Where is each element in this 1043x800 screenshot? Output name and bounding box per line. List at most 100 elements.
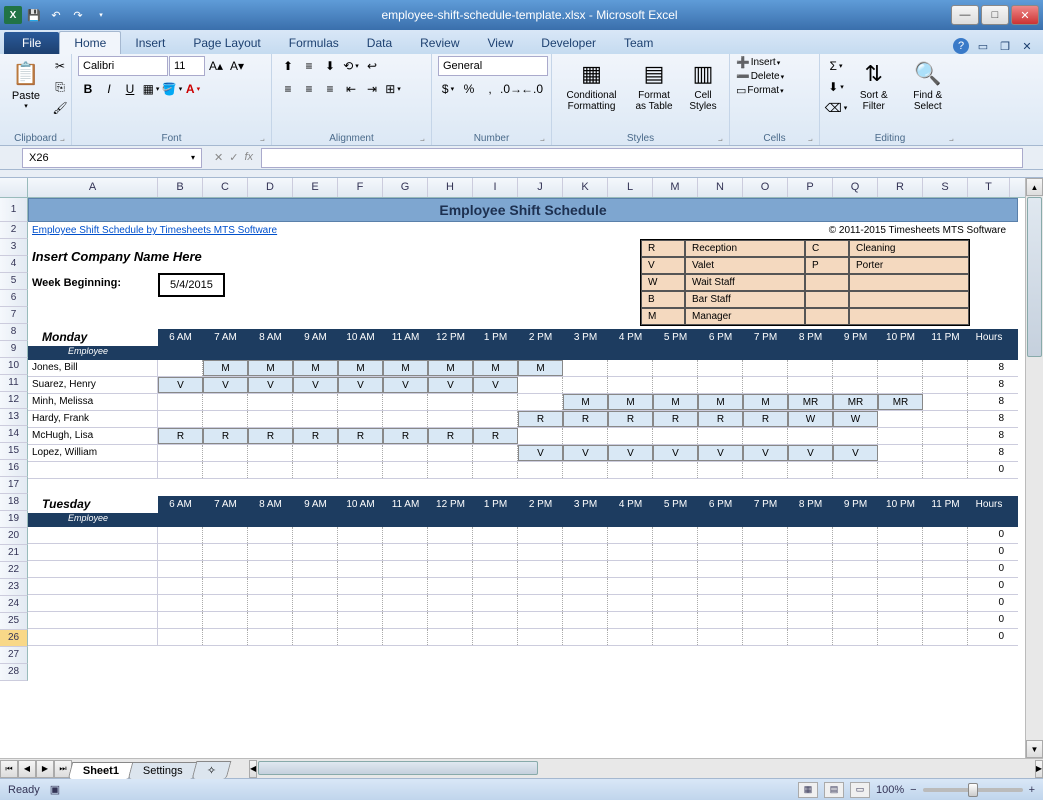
shift-cell[interactable]: [653, 612, 698, 628]
shift-cell[interactable]: [383, 595, 428, 611]
shift-cell[interactable]: [563, 578, 608, 594]
align-right-icon[interactable]: ≡: [320, 79, 340, 99]
row-header-15[interactable]: 15: [0, 443, 28, 460]
row-header-7[interactable]: 7: [0, 307, 28, 324]
shift-cell[interactable]: [563, 612, 608, 628]
shift-cell[interactable]: [428, 544, 473, 560]
tab-formulas[interactable]: Formulas: [275, 32, 353, 54]
shift-row[interactable]: Lopez, WilliamVVVVVVVV8: [28, 445, 1018, 462]
shift-cell[interactable]: M: [698, 394, 743, 410]
shift-cell[interactable]: [158, 394, 203, 410]
shift-row[interactable]: McHugh, LisaRRRRRRRR8: [28, 428, 1018, 445]
qat-customize-icon[interactable]: [90, 5, 110, 25]
shift-cell[interactable]: [698, 612, 743, 628]
shift-row[interactable]: 0: [28, 544, 1018, 561]
shift-cell[interactable]: [743, 578, 788, 594]
shift-cell[interactable]: [653, 527, 698, 543]
shift-cell[interactable]: V: [608, 445, 653, 461]
shift-cell[interactable]: [698, 578, 743, 594]
tab-insert[interactable]: Insert: [121, 32, 179, 54]
shift-cell[interactable]: [518, 544, 563, 560]
font-color-icon[interactable]: A: [183, 79, 203, 99]
row-header-23[interactable]: 23: [0, 579, 28, 596]
shift-cell[interactable]: [473, 527, 518, 543]
fill-icon[interactable]: ⬇: [826, 77, 846, 97]
shift-cell[interactable]: [608, 612, 653, 628]
sheet-nav-next-icon[interactable]: ▶: [36, 760, 54, 778]
shift-cell[interactable]: MR: [878, 394, 923, 410]
row-header-9[interactable]: 9: [0, 341, 28, 358]
shift-cell[interactable]: [248, 527, 293, 543]
shift-cell[interactable]: [653, 428, 698, 444]
shift-cell[interactable]: R: [653, 411, 698, 427]
row-header-4[interactable]: 4: [0, 256, 28, 273]
shift-cell[interactable]: [158, 578, 203, 594]
orientation-icon[interactable]: ⟲: [341, 56, 361, 76]
shift-cell[interactable]: [653, 629, 698, 645]
align-top-icon[interactable]: ⬆: [278, 56, 298, 76]
col-header-F[interactable]: F: [338, 178, 383, 197]
shift-cell[interactable]: R: [383, 428, 428, 444]
shift-cell[interactable]: [833, 428, 878, 444]
align-bottom-icon[interactable]: ⬇: [320, 56, 340, 76]
row-header-5[interactable]: 5: [0, 273, 28, 290]
col-header-G[interactable]: G: [383, 178, 428, 197]
shift-cell[interactable]: [383, 445, 428, 461]
page-break-view-icon[interactable]: ▭: [850, 782, 870, 798]
row-header-24[interactable]: 24: [0, 596, 28, 613]
qat-save-icon[interactable]: 💾: [24, 5, 44, 25]
italic-button[interactable]: I: [99, 79, 119, 99]
shift-cell[interactable]: [878, 360, 923, 376]
shift-cell[interactable]: [158, 411, 203, 427]
shift-cell[interactable]: [743, 428, 788, 444]
shift-row[interactable]: Hardy, FrankRRRRRRWW8: [28, 411, 1018, 428]
shift-cell[interactable]: [293, 411, 338, 427]
col-header-E[interactable]: E: [293, 178, 338, 197]
row-header-6[interactable]: 6: [0, 290, 28, 307]
increase-decimal-icon[interactable]: .0→: [501, 79, 521, 99]
shift-cell[interactable]: [293, 561, 338, 577]
format-painter-icon[interactable]: 🖌: [50, 98, 70, 118]
row-header-12[interactable]: 12: [0, 392, 28, 409]
shift-cell[interactable]: [203, 394, 248, 410]
shift-cell[interactable]: [698, 360, 743, 376]
shift-cell[interactable]: [383, 612, 428, 628]
select-all-corner[interactable]: [0, 178, 28, 197]
shift-cell[interactable]: [203, 544, 248, 560]
col-header-A[interactable]: A: [28, 178, 158, 197]
shift-cell[interactable]: [428, 578, 473, 594]
shift-cell[interactable]: [833, 629, 878, 645]
shift-cell[interactable]: V: [518, 445, 563, 461]
shift-cell[interactable]: [698, 428, 743, 444]
shift-cell[interactable]: [248, 394, 293, 410]
shift-cell[interactable]: M: [338, 360, 383, 376]
shift-cell[interactable]: [788, 578, 833, 594]
shift-cell[interactable]: [203, 411, 248, 427]
sheet-tab-settings[interactable]: Settings: [128, 762, 198, 779]
shift-cell[interactable]: [878, 428, 923, 444]
shift-cell[interactable]: [158, 360, 203, 376]
shift-cell[interactable]: M: [743, 394, 788, 410]
shift-cell[interactable]: [923, 578, 968, 594]
shift-cell[interactable]: [338, 612, 383, 628]
shift-cell[interactable]: [473, 445, 518, 461]
row-header-18[interactable]: 18: [0, 494, 28, 511]
shift-cell[interactable]: [788, 360, 833, 376]
hscroll-thumb[interactable]: [258, 761, 538, 775]
shift-cell[interactable]: [293, 578, 338, 594]
scroll-right-icon[interactable]: ▶: [1035, 760, 1043, 778]
shift-cell[interactable]: [563, 544, 608, 560]
maximize-button[interactable]: □: [981, 5, 1009, 25]
shift-cell[interactable]: [383, 578, 428, 594]
row-header-1[interactable]: 1: [0, 198, 28, 222]
shift-cell[interactable]: [338, 561, 383, 577]
shift-cell[interactable]: [518, 578, 563, 594]
shift-cell[interactable]: [608, 629, 653, 645]
shift-cell[interactable]: V: [428, 377, 473, 393]
file-tab[interactable]: File: [4, 32, 59, 54]
shift-cell[interactable]: [833, 462, 878, 478]
row-header-13[interactable]: 13: [0, 409, 28, 426]
shift-cell[interactable]: V: [203, 377, 248, 393]
shift-cell[interactable]: [248, 561, 293, 577]
shift-cell[interactable]: [743, 612, 788, 628]
